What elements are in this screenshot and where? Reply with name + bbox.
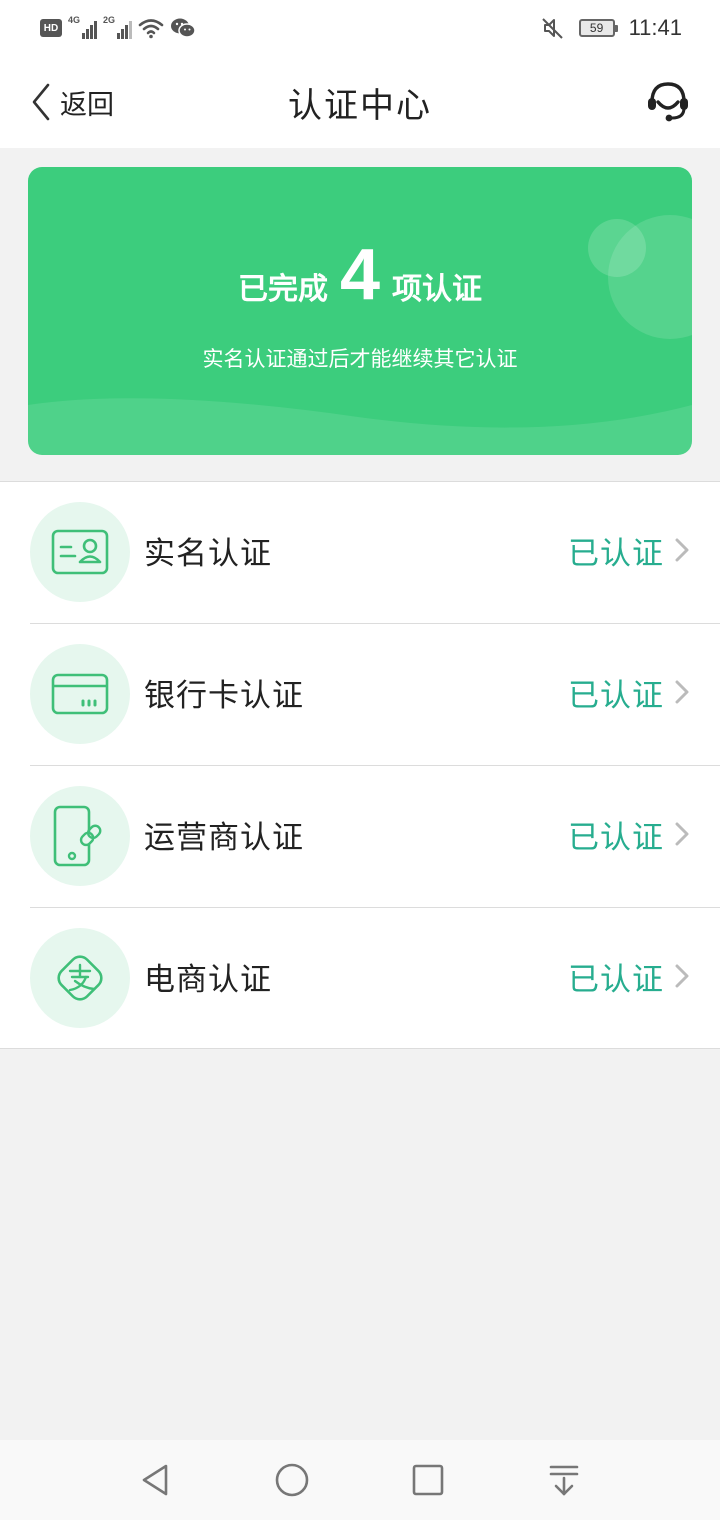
list-item-carrier[interactable]: 运营商认证 已认证 xyxy=(0,766,720,908)
wechat-icon xyxy=(171,18,196,38)
banner-wave xyxy=(28,398,692,455)
signal-2g-icon: 2G xyxy=(103,15,132,39)
notification-pull-icon[interactable] xyxy=(544,1460,584,1500)
item-label: 银行卡认证 xyxy=(144,678,304,714)
status-badge: 已认证 xyxy=(568,536,664,572)
list-item-real-name[interactable]: 实名认证 已认证 xyxy=(0,482,720,624)
home-circle-icon[interactable] xyxy=(272,1460,312,1500)
item-label: 电商认证 xyxy=(144,962,272,998)
completed-count: 4 xyxy=(339,235,381,315)
list-item-bank-card[interactable]: 银行卡认证 已认证 xyxy=(0,624,720,766)
signal-2g-label: 2G xyxy=(103,15,116,25)
hd-icon: HD xyxy=(40,19,62,37)
bank-card-icon xyxy=(30,644,130,744)
chevron-right-icon xyxy=(675,680,689,704)
status-badge: 已认证 xyxy=(568,962,664,998)
list-item-ecommerce[interactable]: 电商认证 已认证 xyxy=(0,908,720,1050)
chevron-right-icon xyxy=(675,538,689,562)
completed-count-line: 已完成 4 项认证 xyxy=(28,239,692,311)
certification-list: 实名认证 已认证 银行卡认证 已认证 运营商认证 已认证 电商认证 已认证 xyxy=(0,481,720,1049)
certification-summary-banner: 已完成 4 项认证 实名认证通过后才能继续其它认证 xyxy=(28,167,692,455)
status-right-icons: 59 11:41 xyxy=(541,12,682,44)
back-triangle-icon[interactable] xyxy=(136,1460,176,1500)
status-badge: 已认证 xyxy=(568,678,664,714)
battery-icon: 59 xyxy=(578,19,618,37)
id-card-icon xyxy=(30,502,130,602)
system-navigation-bar xyxy=(0,1440,720,1520)
nav-bar: 返回 认证中心 xyxy=(0,56,720,148)
battery-level: 59 xyxy=(589,21,604,35)
chevron-right-icon xyxy=(675,964,689,988)
item-label: 运营商认证 xyxy=(144,820,304,856)
wifi-icon xyxy=(138,19,164,39)
status-badge: 已认证 xyxy=(568,820,664,856)
banner-subtitle: 实名认证通过后才能继续其它认证 xyxy=(202,347,518,371)
phone-link-icon xyxy=(30,786,130,886)
mute-icon xyxy=(541,18,563,39)
page-title: 认证中心 xyxy=(288,86,432,126)
signal-4g-icon: 4G xyxy=(68,15,97,39)
clock: 11:41 xyxy=(628,15,682,40)
chevron-right-icon xyxy=(675,822,689,846)
alipay-icon xyxy=(30,928,130,1028)
status-left-icons: HD 4G 2G xyxy=(40,14,196,42)
signal-4g-label: 4G xyxy=(68,15,81,25)
recents-square-icon[interactable] xyxy=(408,1460,448,1500)
item-label: 实名认证 xyxy=(144,536,272,572)
status-bar: HD 4G 2G 59 11:41 xyxy=(0,0,720,56)
completed-prefix: 已完成 xyxy=(237,272,328,307)
customer-service-icon[interactable] xyxy=(644,76,692,124)
completed-suffix: 项认证 xyxy=(392,272,483,307)
